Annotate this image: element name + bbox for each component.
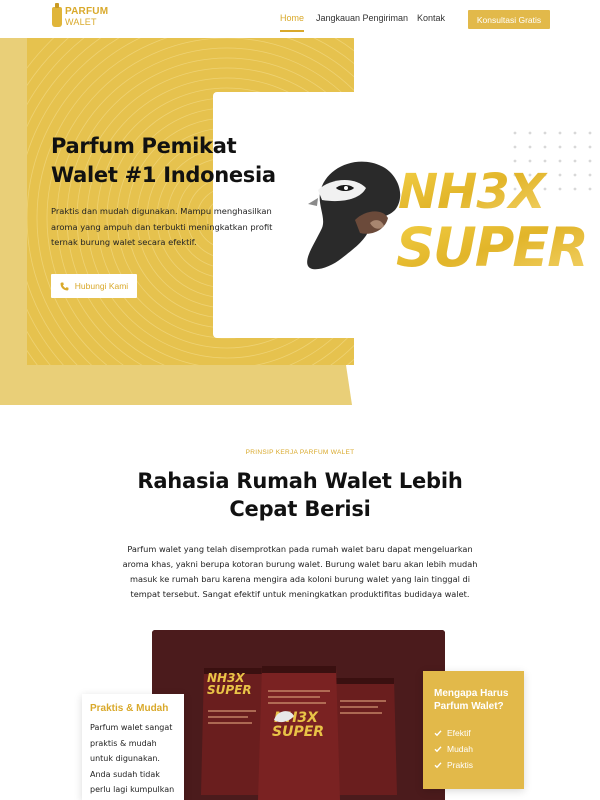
- why-item: Mudah: [434, 741, 513, 757]
- nav-active-underline: [280, 30, 304, 32]
- why-item-label: Efektif: [447, 728, 471, 738]
- why-item: Praktis: [434, 757, 513, 773]
- contact-us-button[interactable]: Hubungi Kami: [51, 274, 137, 298]
- feature-card-body: Parfum walet sangat praktis & mudah untu…: [90, 723, 175, 794]
- check-icon: [434, 762, 442, 769]
- feature-card-praktis: Praktis & Mudah Parfum walet sangat prak…: [82, 694, 184, 800]
- section-kicker: PRINSIP KERJA PARFUM WALET: [245, 449, 355, 456]
- swiftlet-brand-artwork: NH3X SUPER: [307, 161, 589, 278]
- brand-line1: NH3X: [398, 164, 548, 220]
- phone-icon: [60, 282, 69, 290]
- logo-line2: WALET: [65, 17, 97, 27]
- product-image-panel: NH3X SUPER NH3X SUPER: [152, 630, 445, 800]
- hero-section: Parfum Pemikat Walet #1 Indonesia Prakti…: [0, 38, 600, 405]
- brand-line2: SUPER: [396, 216, 587, 278]
- check-icon: [434, 730, 442, 737]
- svg-text:SUPER: SUPER: [207, 683, 252, 697]
- why-card: Mengapa Harus Parfum Walet? Efektif Muda…: [423, 671, 524, 789]
- hero-decor-bottom: [0, 365, 352, 405]
- logo-line1: PARFUM: [65, 6, 109, 17]
- why-item: Efektif: [434, 725, 513, 741]
- why-card-list: Efektif Mudah Praktis: [434, 725, 513, 773]
- consultation-button[interactable]: Konsultasi Gratis: [468, 10, 550, 29]
- hero-subtitle: Praktis dan mudah digunakan. Mampu mengh…: [51, 206, 273, 247]
- contact-us-label: Hubungi Kami: [74, 281, 129, 291]
- top-navbar: PARFUM WALET Home Jangkauan Pengiriman K…: [0, 0, 600, 38]
- why-item-label: Mudah: [447, 744, 473, 754]
- pouch-center: NH3X SUPER: [258, 666, 340, 800]
- nav-link-kontak[interactable]: Kontak: [417, 13, 445, 23]
- why-card-title: Mengapa Harus Parfum Walet?: [434, 688, 509, 712]
- section-description: Parfum walet yang telah disemprotkan pad…: [122, 544, 478, 599]
- feature-card-title: Praktis & Mudah: [90, 703, 169, 714]
- pouch-left: NH3X SUPER: [201, 668, 267, 795]
- swiftlet-bird-icon: [307, 161, 401, 270]
- section-title: Rahasia Rumah Walet Lebih Cepat Berisi: [137, 469, 463, 521]
- pouch-right: [333, 678, 397, 795]
- product-pouches-image: NH3X SUPER NH3X SUPER: [152, 630, 445, 800]
- perfume-bottle-icon: [52, 3, 62, 27]
- nav-link-home[interactable]: Home: [280, 13, 304, 23]
- hero-title: Parfum Pemikat Walet #1 Indonesia: [51, 134, 276, 187]
- hero-decor-strip: [0, 38, 27, 405]
- check-icon: [434, 746, 442, 753]
- why-item-label: Praktis: [447, 760, 473, 770]
- nav-link-jangkauan[interactable]: Jangkauan Pengiriman: [316, 13, 408, 23]
- site-logo[interactable]: PARFUM WALET: [52, 3, 109, 27]
- svg-text:SUPER: SUPER: [272, 724, 324, 740]
